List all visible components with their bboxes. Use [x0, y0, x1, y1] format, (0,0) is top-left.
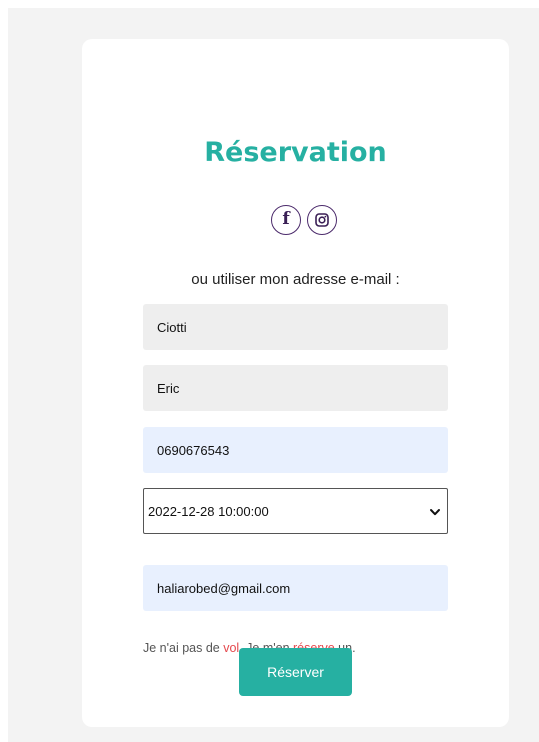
facebook-link[interactable]: f: [271, 205, 301, 235]
reserver-button[interactable]: Réserver: [239, 648, 352, 696]
email-option-text: ou utiliser mon adresse e-mail :: [191, 271, 400, 288]
chevron-down-icon: [430, 509, 440, 516]
page-title: Réservation: [204, 137, 387, 168]
telephone-field[interactable]: [143, 427, 448, 473]
prenom-field[interactable]: [143, 365, 448, 411]
instagram-icon: [315, 213, 329, 227]
reservation-card: Réservation f ou utiliser mon adresse e-…: [82, 39, 509, 727]
facebook-icon: f: [282, 209, 290, 229]
email-field[interactable]: [143, 565, 448, 611]
nom-field[interactable]: [143, 304, 448, 350]
page-background: Réservation f ou utiliser mon adresse e-…: [8, 8, 539, 742]
vol-link[interactable]: vol: [223, 641, 239, 655]
instagram-link[interactable]: [307, 205, 337, 235]
note-text-1: Je n'ai pas de: [143, 641, 224, 655]
datetime-selected-value: 2022-12-28 10:00:00: [148, 504, 269, 519]
datetime-select[interactable]: 2022-12-28 10:00:00: [143, 488, 448, 534]
